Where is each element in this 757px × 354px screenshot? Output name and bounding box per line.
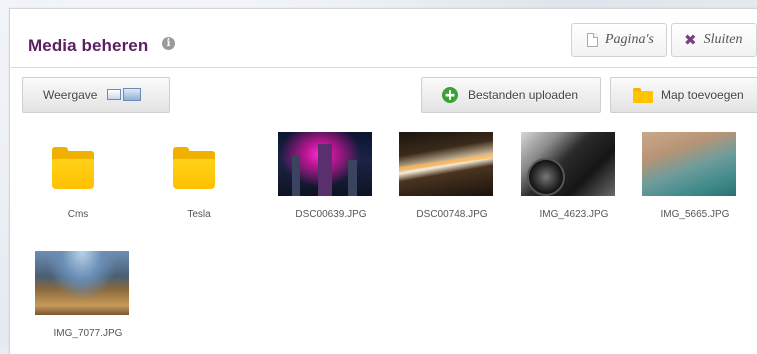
image-thumbnail (642, 132, 736, 196)
image-thumbnail (399, 132, 493, 196)
thumbnail-view-icon (123, 88, 142, 101)
folder-icon (52, 147, 94, 189)
image-thumbnail (521, 132, 615, 196)
media-item-label: Cms (67, 209, 89, 220)
image-thumbnail (35, 251, 129, 315)
close-button[interactable]: ✖ Sluiten (671, 23, 757, 57)
media-item-label: IMG_5665.JPG (660, 209, 730, 220)
plus-circle-icon: + (442, 87, 458, 103)
view-mode-icon (107, 88, 142, 101)
paginas-label: Pagina's (605, 32, 654, 47)
media-item-label: IMG_4623.JPG (539, 209, 609, 220)
header-divider (10, 67, 757, 68)
add-folder-label: Map toevoegen (661, 88, 744, 102)
media-item-label: DSC00639.JPG (295, 209, 367, 220)
paginas-button[interactable]: Pagina's (571, 23, 667, 57)
media-item-label: DSC00748.JPG (416, 209, 488, 220)
page-title: Media beheren (28, 36, 149, 55)
list-view-icon (107, 89, 122, 100)
add-folder-button[interactable]: Map toevoegen (610, 77, 757, 113)
upload-files-button[interactable]: + Bestanden uploaden (421, 77, 601, 113)
close-icon: ✖ (684, 31, 697, 49)
view-toggle-label: Weergave (43, 88, 98, 102)
image-thumbnail (278, 132, 372, 196)
media-item-label: Tesla (187, 209, 211, 220)
info-icon[interactable]: i (162, 37, 175, 50)
page-icon (587, 33, 598, 47)
view-toggle-button[interactable]: Weergave (22, 77, 170, 113)
folder-icon (173, 147, 215, 189)
close-label: Sluiten (703, 32, 743, 47)
media-item-label: IMG_7077.JPG (53, 328, 123, 339)
upload-files-label: Bestanden uploaden (468, 88, 579, 102)
folder-icon (633, 87, 653, 103)
media-manager-panel: Media beheren i Pagina's ✖ Sluiten Weerg… (9, 8, 757, 354)
